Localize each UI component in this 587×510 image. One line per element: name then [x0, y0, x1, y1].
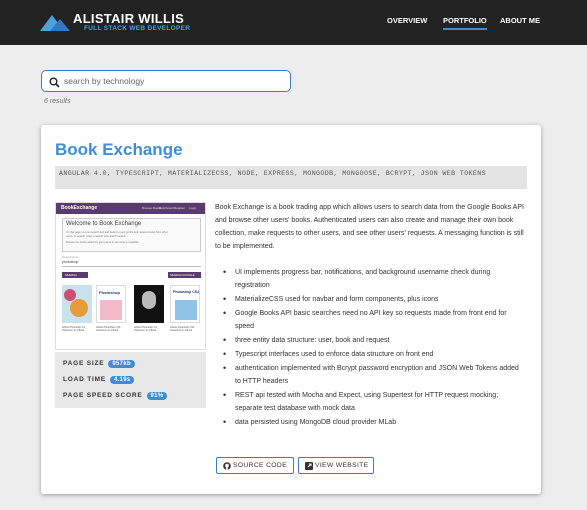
performance-stats: PAGE SIZE 957kb LOAD TIME 4.19s PAGE SPEED… [55, 352, 206, 408]
screenshot-book-caption: Adobe Photoshop CC Classroom in a Book [62, 326, 86, 332]
screenshot-google-btn: SEARCH GOOGLE [168, 272, 201, 278]
screenshot-search-btn: SEARCH [62, 272, 88, 278]
feature-list: UI implements progress bar, notification… [223, 266, 523, 430]
screenshot-book-cover [134, 285, 164, 323]
nav-about-me[interactable]: ABOUT ME [500, 16, 540, 25]
external-link-icon [305, 462, 313, 472]
screenshot-welcome: Welcome to Book Exchange [66, 221, 142, 227]
project-description: Book Exchange is a book trading app whic… [215, 204, 524, 250]
feature-item: UI implements progress bar, notification… [223, 266, 523, 292]
screenshot-book-cover: Photoshop [96, 285, 126, 323]
screenshot-welcome-panel: Welcome to Book Exchange On this page yo… [62, 218, 201, 252]
feature-item: REST api tested with Mocha and Expect, u… [223, 389, 523, 415]
project-tags: ANGULAR 4.0, TYPESCRIPT, MATERIALIZECSS,… [55, 166, 527, 189]
screenshot-app-name: BookExchange [61, 205, 98, 211]
screenshot-intro: users. To search, enter a search term an… [66, 235, 127, 238]
nav-portfolio[interactable]: PORTFOLIO [443, 16, 487, 30]
top-navbar: ALISTAIR WILLIS FULL STACK WEB DEVELOPER… [0, 0, 587, 45]
project-card: Book Exchange ANGULAR 4.0, TYPESCRIPT, M… [41, 125, 541, 494]
source-code-button[interactable]: SOURCE CODE [216, 457, 294, 474]
project-title[interactable]: Book Exchange [55, 140, 183, 160]
screenshot-field-label: Search term [62, 255, 79, 259]
screenshot-book-title: Photoshop CS4 [173, 290, 200, 294]
screenshot-field-value: photoshop [62, 260, 79, 264]
screenshot-navbar: BookExchange Browse Books Dashboard Regi… [56, 203, 205, 214]
stat-page-size: PAGE SIZE 957kb [63, 360, 135, 368]
screenshot-nav-link: Dashboard [159, 206, 174, 210]
stat-badge: 4.19s [109, 376, 135, 384]
feature-item: three entity data structure: user, book … [223, 334, 523, 347]
search-icon [49, 75, 60, 93]
stat-label: PAGE SPEED SCORE [63, 392, 143, 399]
source-code-label: SOURCE CODE [233, 462, 287, 469]
feature-item: MaterializeCSS used for navbar and form … [223, 293, 523, 306]
github-icon [223, 462, 231, 472]
screenshot-field-underline [62, 266, 201, 267]
screenshot-nav-link: Login [189, 206, 197, 210]
feature-item: data persisted using MongoDB cloud provi… [223, 416, 523, 429]
feature-item: Typescript interfaces used to enforce da… [223, 348, 523, 361]
view-website-button[interactable]: VIEW WEBSITE [298, 457, 374, 474]
feature-item: Google Books API basic searches need no … [223, 307, 523, 333]
screenshot-intro: On this page you can search and add book… [66, 231, 168, 234]
feature-item: authentication implemented with Bcrypt p… [223, 362, 523, 388]
brand-subtitle: FULL STACK WEB DEVELOPER [84, 25, 191, 32]
results-count: 6 results [44, 98, 71, 105]
screenshot-intro: Browse the books added by your peers to … [66, 241, 140, 244]
screenshot-book-caption: Adobe Photoshop CS4 Classroom in a Book [170, 326, 195, 332]
project-screenshot[interactable]: BookExchange Browse Books Dashboard Regi… [55, 202, 206, 350]
stat-badge: 91% [146, 392, 168, 400]
screenshot-book-caption: Adobe Photoshop CC Classroom in a Book [134, 326, 158, 332]
stat-label: LOAD TIME [63, 376, 106, 383]
view-website-label: VIEW WEBSITE [315, 462, 369, 469]
stat-badge: 957kb [108, 360, 135, 368]
screenshot-book-cover: Photoshop CS4 [170, 285, 200, 323]
stat-label: PAGE SIZE [63, 360, 105, 367]
nav-overview[interactable]: OVERVIEW [387, 16, 427, 25]
screenshot-book-cover [62, 285, 92, 323]
search-input[interactable] [64, 74, 284, 88]
brand-mountain-icon [40, 15, 70, 31]
screenshot-book-title: Photoshop [99, 290, 120, 295]
search-box[interactable] [41, 70, 291, 92]
brand-logo[interactable]: ALISTAIR WILLIS FULL STACK WEB DEVELOPER [40, 11, 200, 37]
brand-name: ALISTAIR WILLIS [73, 11, 185, 26]
stat-speed-score: PAGE SPEED SCORE 91% [63, 392, 168, 400]
screenshot-book-caption: Adobe Photoshop CS6 Classroom in a Book [96, 326, 121, 332]
stat-load-time: LOAD TIME 4.19s [63, 376, 135, 384]
screenshot-nav-link: Register [174, 206, 186, 210]
